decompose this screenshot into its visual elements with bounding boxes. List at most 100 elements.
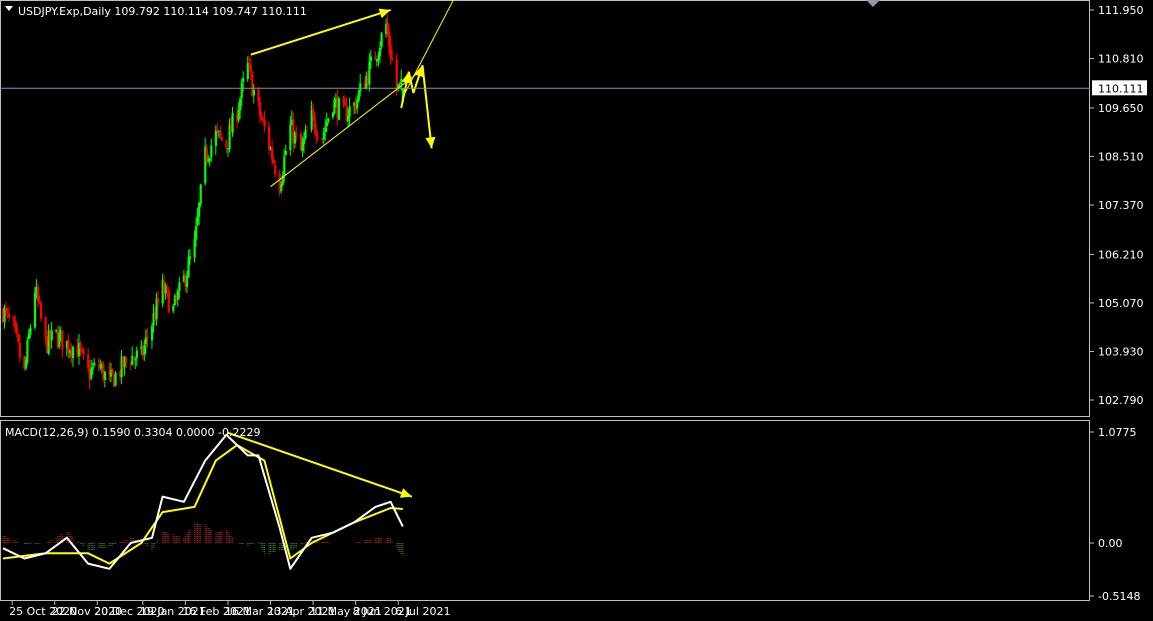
candle-body — [27, 333, 31, 339]
candle-body — [306, 129, 309, 131]
candle-body — [210, 145, 213, 158]
macd-header: MACD(12,26,9) 0.1590 0.3304 0.0000 -0.22… — [5, 426, 260, 439]
candle-body — [176, 291, 179, 300]
candle-body — [87, 354, 90, 369]
time-tick-label: 6 Jul 2021 — [395, 605, 450, 618]
candle-body — [216, 129, 219, 131]
candle-body — [97, 363, 100, 367]
price-tick-label: 105.070 — [1098, 297, 1144, 310]
candle — [114, 370, 117, 387]
candle-body — [36, 287, 40, 302]
candle-body — [185, 276, 189, 288]
candle-body — [178, 282, 181, 292]
price-tick-label: 109.650 — [1098, 102, 1144, 115]
candle-body — [61, 330, 64, 350]
candle-body — [313, 116, 316, 131]
candle-body — [38, 301, 41, 303]
candle-body — [44, 317, 47, 338]
macd-tick-label: 0.00 — [1098, 537, 1123, 550]
candle-body — [219, 131, 222, 136]
candle-body — [172, 305, 175, 312]
candle-body — [157, 298, 160, 303]
candle-body — [79, 343, 82, 350]
candle-body — [248, 64, 251, 66]
candle-body — [322, 132, 325, 140]
candle-body — [283, 156, 286, 176]
candle-body — [93, 362, 96, 366]
candle-body — [208, 158, 211, 161]
candle-body — [242, 78, 245, 83]
candle-body — [368, 61, 371, 85]
candle-body — [18, 342, 21, 358]
candle-body — [220, 137, 224, 141]
price-tick-label: 111.950 — [1098, 4, 1144, 17]
candle-body — [166, 286, 169, 290]
candle-body — [237, 109, 240, 120]
candle-body — [143, 345, 146, 355]
candle-body — [304, 129, 307, 139]
candle-body — [134, 359, 137, 361]
price-tick-label: 107.370 — [1098, 199, 1144, 212]
candle-body — [8, 313, 11, 318]
candle-body — [356, 99, 359, 109]
candle — [33, 287, 37, 330]
candle-body — [357, 91, 360, 101]
candle-body — [388, 31, 391, 47]
candle-body — [195, 225, 198, 240]
current-price-label: 110.111 — [1098, 82, 1144, 95]
candle-body — [55, 329, 58, 332]
candle-body — [333, 99, 336, 114]
candle-body — [391, 57, 394, 60]
candle-body — [325, 121, 328, 127]
candle-body — [284, 150, 287, 155]
candle-body — [359, 83, 362, 92]
candle-body — [348, 106, 351, 117]
candle-body — [389, 44, 392, 59]
candle-body — [125, 358, 128, 363]
candle-body — [196, 215, 199, 225]
candle-body — [369, 56, 373, 61]
candle-body — [58, 332, 61, 347]
candle-body — [150, 326, 154, 341]
candle-body — [198, 202, 201, 217]
candle-body — [164, 285, 167, 294]
candle-body — [135, 350, 138, 359]
price-tick-label: 106.210 — [1098, 248, 1144, 261]
candle-body — [231, 113, 234, 133]
candle-body — [295, 133, 298, 136]
price-tick-label: 103.930 — [1098, 345, 1144, 358]
candle-body — [114, 372, 117, 386]
candle-body — [380, 33, 383, 47]
candle-body — [378, 47, 382, 56]
candle-body — [173, 295, 176, 305]
candle-body — [312, 108, 315, 116]
candle-body — [33, 292, 37, 328]
candle-body — [90, 368, 93, 379]
candle-body — [263, 119, 266, 127]
candle — [199, 183, 202, 207]
price-tick-label: 110.810 — [1098, 53, 1144, 66]
candle-body — [91, 366, 94, 370]
candle-body — [302, 138, 306, 144]
candle-body — [67, 339, 70, 353]
candle-body — [26, 340, 29, 362]
candle-body — [246, 62, 249, 79]
price-axis: 111.950 110.810 109.650 108.510 107.370 106.2… — [1090, 4, 1147, 407]
candle-body — [272, 159, 275, 164]
candle-body — [257, 88, 260, 102]
candle-body — [167, 290, 170, 313]
candle-body — [252, 89, 255, 96]
candle-body — [103, 371, 107, 381]
candle-body — [239, 98, 242, 111]
candle — [380, 31, 383, 50]
candle-body — [240, 83, 243, 99]
candle-body — [344, 102, 347, 106]
symbol-header: USDJPY.Exp,Daily 109.792 110.114 109.747… — [18, 5, 307, 18]
candle-body — [29, 327, 32, 335]
candle — [132, 356, 135, 360]
price-tick-label: 108.510 — [1098, 150, 1144, 163]
candle-body — [50, 330, 53, 341]
candle — [167, 286, 170, 313]
candle-body — [225, 141, 228, 148]
candle-body — [324, 127, 327, 132]
